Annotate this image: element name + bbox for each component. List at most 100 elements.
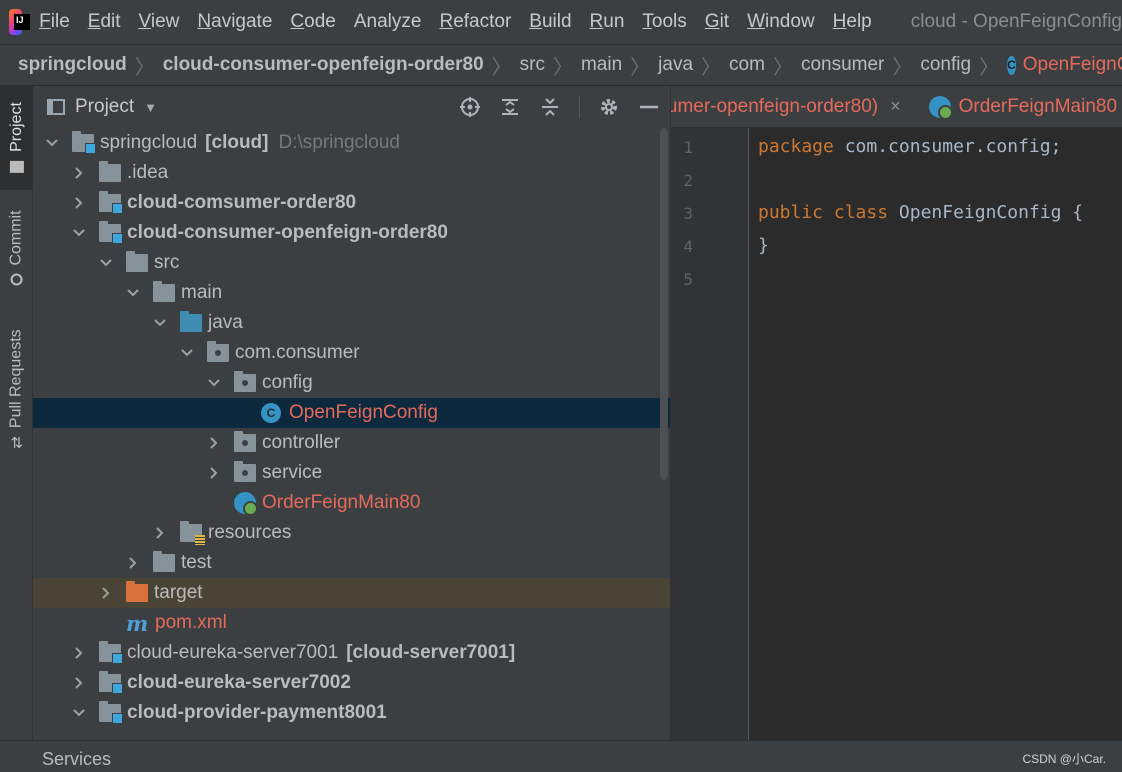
chevron-down-icon[interactable]: [99, 256, 113, 270]
crumb-src[interactable]: src: [520, 54, 545, 76]
menu-navigate[interactable]: Navigate: [188, 11, 281, 33]
tree-row-cloud-consumer-openfeign-order80[interactable]: cloud-consumer-openfeign-order80: [33, 218, 670, 248]
code-line-4[interactable]: }: [758, 235, 769, 256]
window-title: cloud - OpenFeignConfig: [910, 11, 1122, 32]
folder-icon: [126, 251, 148, 272]
chevron-right-icon: 〉: [552, 56, 573, 79]
tree-row-config[interactable]: config: [33, 368, 670, 398]
tree-row-cloud-eureka-server7001[interactable]: cloud-eureka-server7001 [cloud-server700…: [33, 638, 670, 668]
chevron-right-icon[interactable]: [72, 676, 86, 690]
gear-icon[interactable]: [598, 96, 620, 118]
crumb-module[interactable]: cloud-consumer-openfeign-order80: [163, 54, 484, 76]
folder-icon: [99, 161, 121, 182]
chevron-right-icon[interactable]: [126, 556, 140, 570]
class-icon: C: [261, 403, 281, 423]
code-line-1[interactable]: package com.consumer.config;: [758, 136, 1061, 157]
tree-row-orderfeignmain80[interactable]: OrderFeignMain80: [33, 488, 670, 518]
menu-refactor[interactable]: Refactor: [430, 11, 520, 33]
breadcrumb: springcloud 〉 cloud-consumer-openfeign-or…: [0, 44, 1122, 86]
project-panel-title[interactable]: Project: [75, 96, 134, 118]
chevron-down-icon[interactable]: [126, 286, 140, 300]
code-line-3[interactable]: public class OpenFeignConfig {: [758, 202, 1083, 223]
menu-git[interactable]: Git: [696, 11, 738, 33]
commit-icon: [10, 273, 23, 286]
expand-all-icon[interactable]: [499, 96, 521, 118]
line-number: 2: [683, 171, 693, 190]
menu-code[interactable]: Code: [281, 11, 344, 33]
chevron-down-icon[interactable]: [207, 376, 221, 390]
menu-build[interactable]: Build: [520, 11, 580, 33]
tree-row-cloud-comsumer-order80[interactable]: cloud-comsumer-order80: [33, 188, 670, 218]
tool-window-strip: Project Commit ⇄ Pull Requests: [0, 86, 33, 740]
line-number: 3: [683, 204, 693, 223]
crumb-springcloud[interactable]: springcloud: [18, 54, 127, 76]
tree-row-src[interactable]: src: [33, 248, 670, 278]
chevron-right-icon: 〉: [134, 56, 155, 79]
crumb-java[interactable]: java: [658, 54, 693, 76]
services-tab[interactable]: Services: [42, 749, 111, 770]
menu-window[interactable]: Window: [738, 11, 824, 33]
menu-bar: IJ File Edit View Navigate Code Analyze …: [0, 0, 1122, 44]
tree-row-pom-xml[interactable]: m pom.xml: [33, 608, 670, 638]
project-tree-scrollbar[interactable]: [660, 128, 668, 480]
line-number-gutter: 1 2 3 4 5: [671, 128, 749, 740]
chevron-right-icon: 〉: [491, 56, 512, 79]
crumb-openfeignconfig[interactable]: OpenFeignConfig: [1023, 54, 1122, 76]
chevron-right-icon[interactable]: [207, 466, 221, 480]
tree-row-idea[interactable]: .idea: [33, 158, 670, 188]
crumb-config[interactable]: config: [920, 54, 971, 76]
editor-tab-openfeignconfig[interactable]: cloud-consumer-openfeign-order80) ×: [671, 86, 915, 127]
menu-run[interactable]: Run: [581, 11, 634, 33]
tree-row-test[interactable]: test: [33, 548, 670, 578]
chevron-right-icon[interactable]: [207, 436, 221, 450]
maven-icon: m: [126, 610, 149, 636]
tree-row-com-consumer[interactable]: com.consumer: [33, 338, 670, 368]
chevron-right-icon[interactable]: [72, 646, 86, 660]
crumb-com[interactable]: com: [729, 54, 765, 76]
chevron-right-icon[interactable]: [99, 586, 113, 600]
chevron-right-icon[interactable]: [72, 166, 86, 180]
close-icon[interactable]: ×: [890, 96, 901, 117]
chevron-down-icon[interactable]: [72, 706, 86, 720]
hide-panel-icon[interactable]: [638, 96, 660, 118]
tree-row-main[interactable]: main: [33, 278, 670, 308]
locate-target-icon[interactable]: [459, 96, 481, 118]
chevron-down-icon[interactable]: [180, 346, 194, 360]
menu-analyze[interactable]: Analyze: [345, 11, 431, 33]
chevron-down-icon[interactable]: [153, 316, 167, 330]
package-icon: [234, 371, 256, 392]
tree-row-openfeignconfig[interactable]: C OpenFeignConfig: [33, 398, 670, 428]
module-folder-icon: [99, 641, 123, 664]
tree-row-springcloud[interactable]: springcloud [cloud] D:\springcloud: [33, 128, 670, 158]
crumb-consumer[interactable]: consumer: [801, 54, 884, 76]
tool-tab-project[interactable]: Project: [0, 86, 33, 190]
intellij-logo-icon[interactable]: IJ: [9, 9, 31, 35]
dropdown-caret-icon[interactable]: ▼: [144, 100, 157, 115]
tree-row-cloud-eureka-server7002[interactable]: cloud-eureka-server7002: [33, 668, 670, 698]
chevron-right-icon[interactable]: [72, 196, 86, 210]
chevron-right-icon[interactable]: [153, 526, 167, 540]
menu-file[interactable]: File: [30, 11, 79, 33]
chevron-down-icon[interactable]: [45, 136, 59, 150]
menu-help[interactable]: Help: [824, 11, 881, 33]
tool-tab-pull-requests[interactable]: ⇄ Pull Requests: [0, 322, 33, 456]
tree-row-cloud-provider-payment8001[interactable]: cloud-provider-payment8001: [33, 698, 670, 728]
excluded-folder-icon: [126, 581, 148, 602]
tool-tab-commit[interactable]: Commit: [0, 198, 33, 298]
crumb-main[interactable]: main: [581, 54, 622, 76]
tree-row-java[interactable]: java: [33, 308, 670, 338]
menu-view[interactable]: View: [130, 11, 189, 33]
collapse-all-icon[interactable]: [539, 96, 561, 118]
chevron-right-icon: 〉: [772, 56, 793, 79]
chevron-down-icon[interactable]: [72, 226, 86, 240]
line-number: 1: [683, 138, 693, 157]
menu-tools[interactable]: Tools: [633, 11, 695, 33]
menu-edit[interactable]: Edit: [79, 11, 130, 33]
tree-row-resources[interactable]: resources: [33, 518, 670, 548]
watermark: CSDN @小Car.: [1022, 752, 1106, 766]
tree-row-target[interactable]: target: [33, 578, 670, 608]
editor-tab-orderfeignmain80[interactable]: OrderFeignMain80: [915, 86, 1122, 127]
chevron-right-icon: 〉: [892, 56, 913, 79]
tree-row-controller[interactable]: controller: [33, 428, 670, 458]
tree-row-service[interactable]: service: [33, 458, 670, 488]
